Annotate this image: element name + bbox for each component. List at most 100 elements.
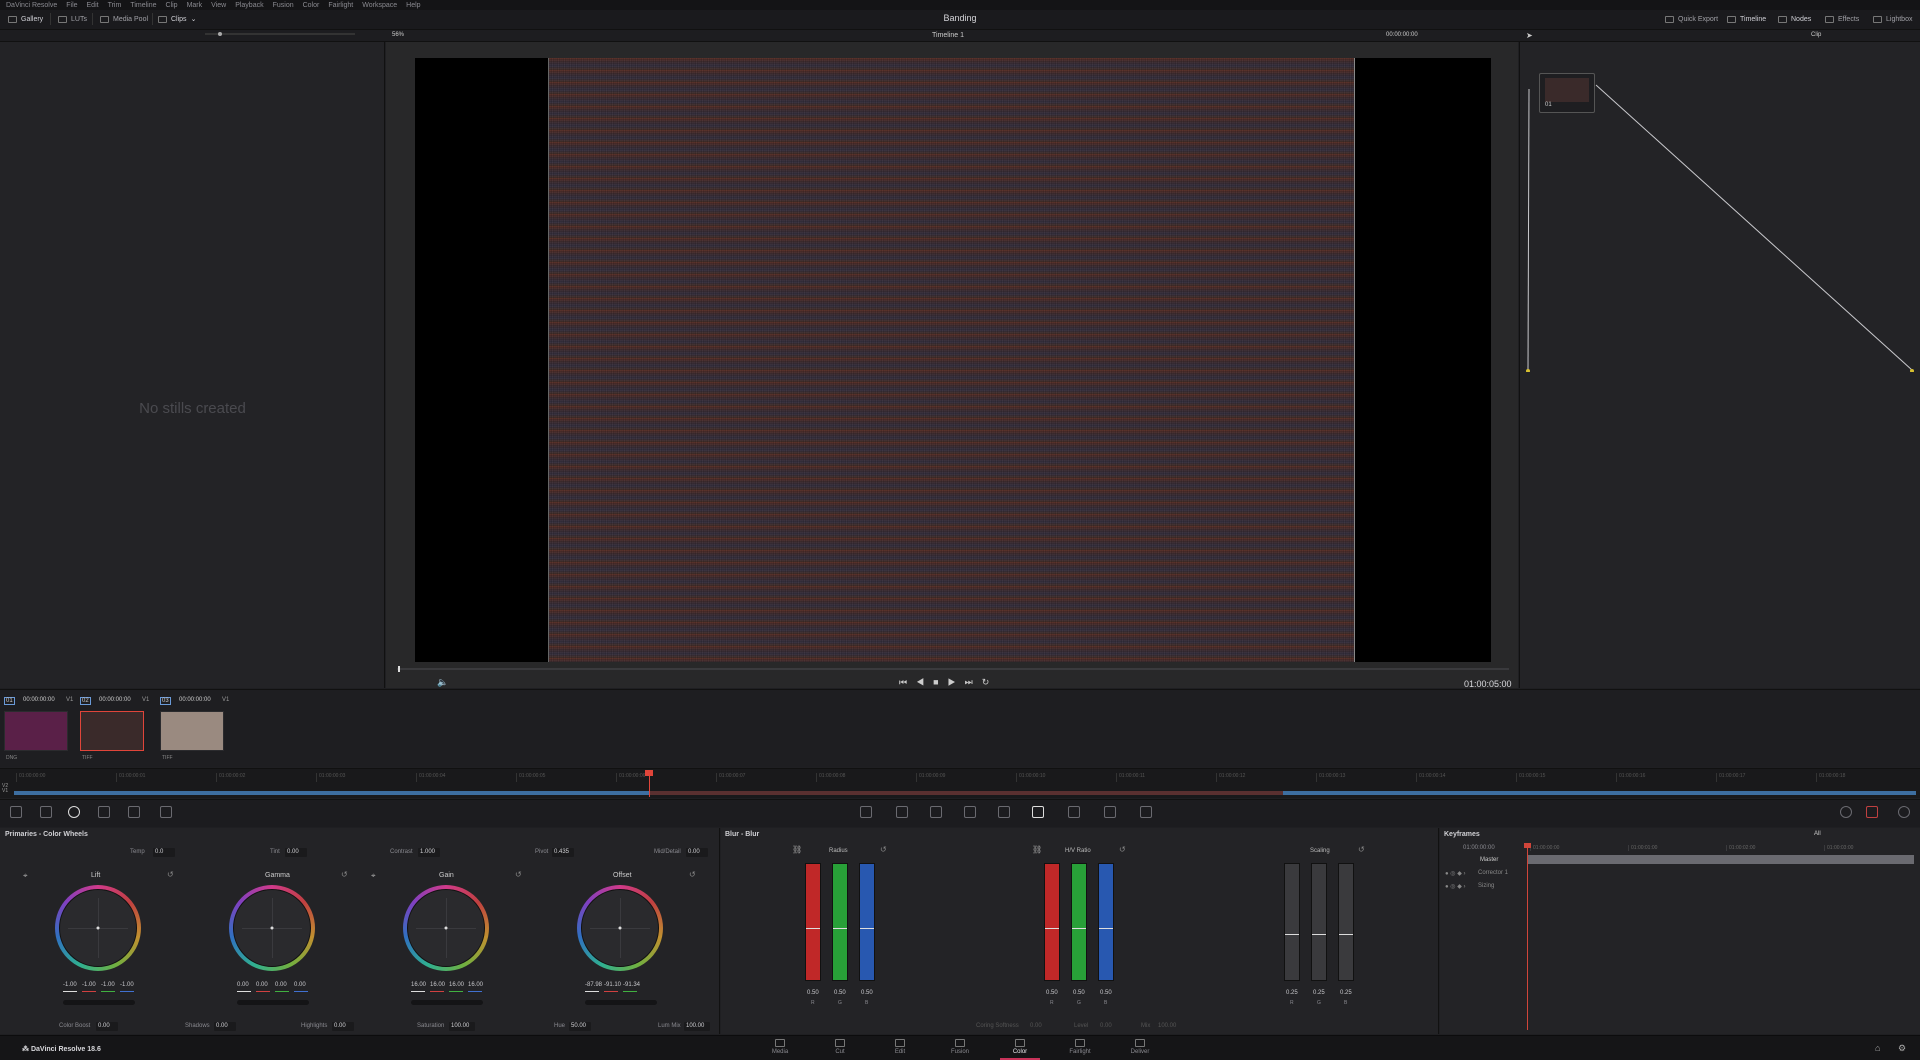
- timeline-select[interactable]: Timeline 1: [932, 32, 964, 39]
- clip-thumbnail[interactable]: [4, 711, 68, 751]
- hv-value[interactable]: 0.50: [1100, 990, 1112, 996]
- 3d-icon[interactable]: [1140, 806, 1152, 818]
- window-icon[interactable]: [896, 806, 908, 818]
- wheel-puck[interactable]: [96, 926, 100, 930]
- menu-item-file[interactable]: File: [66, 2, 77, 9]
- pivot-field[interactable]: 0.435: [552, 848, 574, 857]
- radius-bar-r[interactable]: [805, 863, 821, 981]
- reset-icon[interactable]: ↺: [880, 845, 887, 854]
- radius-value[interactable]: 0.50: [807, 990, 819, 996]
- reset-icon[interactable]: ↺: [1119, 845, 1126, 854]
- master-wheel-slider[interactable]: [63, 1000, 135, 1005]
- menu-item-color[interactable]: Color: [303, 2, 320, 9]
- input-socket[interactable]: [1526, 369, 1530, 372]
- loop-icon[interactable]: ↻: [982, 677, 999, 687]
- menu-item-help[interactable]: Help: [406, 2, 420, 9]
- wheel-value[interactable]: -1.00: [63, 982, 77, 988]
- wheel-value[interactable]: 0.00: [275, 982, 287, 988]
- keyframe-row-controls[interactable]: ● ◎ ◆ ›: [1445, 883, 1465, 890]
- master-track-bar[interactable]: [1527, 855, 1914, 864]
- sizing-icon[interactable]: [1104, 806, 1116, 818]
- hv-bar-g[interactable]: [1071, 863, 1087, 981]
- page-tab-cut[interactable]: Cut: [820, 1036, 860, 1060]
- color-warper-icon[interactable]: [40, 806, 52, 818]
- effects-toggle[interactable]: Effects: [1825, 13, 1859, 25]
- page-tab-media[interactable]: Media: [760, 1036, 800, 1060]
- bar-handle[interactable]: [1339, 933, 1353, 935]
- timeline-toggle[interactable]: Timeline: [1727, 13, 1766, 25]
- master-wheel-slider[interactable]: [237, 1000, 309, 1005]
- motion-effects-icon[interactable]: [160, 806, 172, 818]
- scaling-value[interactable]: 0.25: [1340, 990, 1352, 996]
- keyframe-track-corrector-1[interactable]: Corrector 1: [1478, 870, 1508, 876]
- timeline-selected-clip[interactable]: [650, 791, 1283, 795]
- wheel-puck[interactable]: [618, 926, 622, 930]
- gallery-toggle[interactable]: Gallery: [8, 13, 43, 25]
- gear-icon[interactable]: ⚙: [1898, 1043, 1906, 1054]
- curves-icon[interactable]: [860, 806, 872, 818]
- keyframe-track-sizing[interactable]: Sizing: [1478, 883, 1494, 889]
- corrector-node[interactable]: 01: [1539, 73, 1595, 113]
- menu-item-view[interactable]: View: [211, 2, 226, 9]
- menu-item-fusion[interactable]: Fusion: [273, 2, 294, 9]
- saturation-field[interactable]: 100.00: [449, 1022, 475, 1031]
- hv-bar-b[interactable]: [1098, 863, 1114, 981]
- scaling-value[interactable]: 0.25: [1286, 990, 1298, 996]
- wheel-value[interactable]: -1.00: [101, 982, 115, 988]
- color-wheel-gain[interactable]: [403, 885, 489, 971]
- scaling-bar-g[interactable]: [1311, 863, 1327, 981]
- coring-value[interactable]: 0.00: [1030, 1023, 1042, 1029]
- page-tab-edit[interactable]: Edit: [880, 1036, 920, 1060]
- wheel-value[interactable]: 16.00: [411, 982, 426, 988]
- reset-icon[interactable]: ↺: [515, 870, 522, 879]
- wheel-value[interactable]: 0.00: [294, 982, 306, 988]
- page-tab-fusion[interactable]: Fusion: [940, 1036, 980, 1060]
- wheel-puck[interactable]: [444, 926, 448, 930]
- radius-value[interactable]: 0.50: [834, 990, 846, 996]
- reset-icon[interactable]: ↺: [341, 870, 348, 879]
- radius-bar-b[interactable]: [859, 863, 875, 981]
- magic-mask-icon[interactable]: [998, 806, 1010, 818]
- picker-icon[interactable]: ⌖: [23, 871, 28, 881]
- reset-icon[interactable]: ↺: [167, 870, 174, 879]
- zoom-slider[interactable]: [205, 33, 355, 35]
- reset-icon[interactable]: ↺: [1358, 845, 1365, 854]
- skip-forward-icon[interactable]: ⏭: [965, 677, 982, 687]
- color-match-icon[interactable]: [10, 806, 22, 818]
- color-wheel-lift[interactable]: [55, 885, 141, 971]
- menu-item-timeline[interactable]: Timeline: [130, 2, 156, 9]
- zoom-select[interactable]: 56%: [392, 32, 404, 38]
- page-tab-color[interactable]: Color: [1000, 1036, 1040, 1060]
- skip-back-icon[interactable]: ⏮: [899, 677, 916, 687]
- menu-item-trim[interactable]: Trim: [108, 2, 122, 9]
- wheel-value[interactable]: 0.00: [256, 982, 268, 988]
- contrast-field[interactable]: 1.000: [418, 848, 440, 857]
- scaling-bar-b[interactable]: [1338, 863, 1354, 981]
- hv-bar-r[interactable]: [1044, 863, 1060, 981]
- wheel-value[interactable]: 16.00: [430, 982, 445, 988]
- tracker-icon[interactable]: [964, 806, 976, 818]
- hue-field[interactable]: 50.00: [569, 1022, 591, 1031]
- wheel-value[interactable]: -87.98: [585, 982, 602, 988]
- pointer-icon[interactable]: ➤: [1526, 31, 1533, 40]
- speaker-icon[interactable]: 🔈: [437, 677, 448, 688]
- quick-export-button[interactable]: Quick Export: [1665, 13, 1718, 25]
- wheel-value[interactable]: -91.10: [604, 982, 621, 988]
- reset-icon[interactable]: ↺: [689, 870, 696, 879]
- wheel-value[interactable]: -1.00: [120, 982, 134, 988]
- menu-item-fairlight[interactable]: Fairlight: [328, 2, 353, 9]
- viewer-scrubber[interactable]: [397, 668, 1509, 670]
- keyframes-filter[interactable]: All: [1814, 831, 1821, 837]
- home-icon[interactable]: ⌂: [1875, 1043, 1880, 1053]
- luts-toggle[interactable]: LUTs: [58, 13, 87, 25]
- bar-handle[interactable]: [860, 927, 874, 929]
- master-wheel-slider[interactable]: [411, 1000, 483, 1005]
- lightbox-toggle[interactable]: Lightbox: [1873, 13, 1912, 25]
- link-icon[interactable]: ⛓: [1032, 845, 1042, 854]
- mix-value[interactable]: 100.00: [1158, 1023, 1176, 1029]
- lummix-field[interactable]: 100.00: [684, 1022, 710, 1031]
- hv-value[interactable]: 0.50: [1073, 990, 1085, 996]
- menu-item-mark[interactable]: Mark: [187, 2, 203, 9]
- wheel-value[interactable]: 16.00: [468, 982, 483, 988]
- key-icon[interactable]: [1068, 806, 1080, 818]
